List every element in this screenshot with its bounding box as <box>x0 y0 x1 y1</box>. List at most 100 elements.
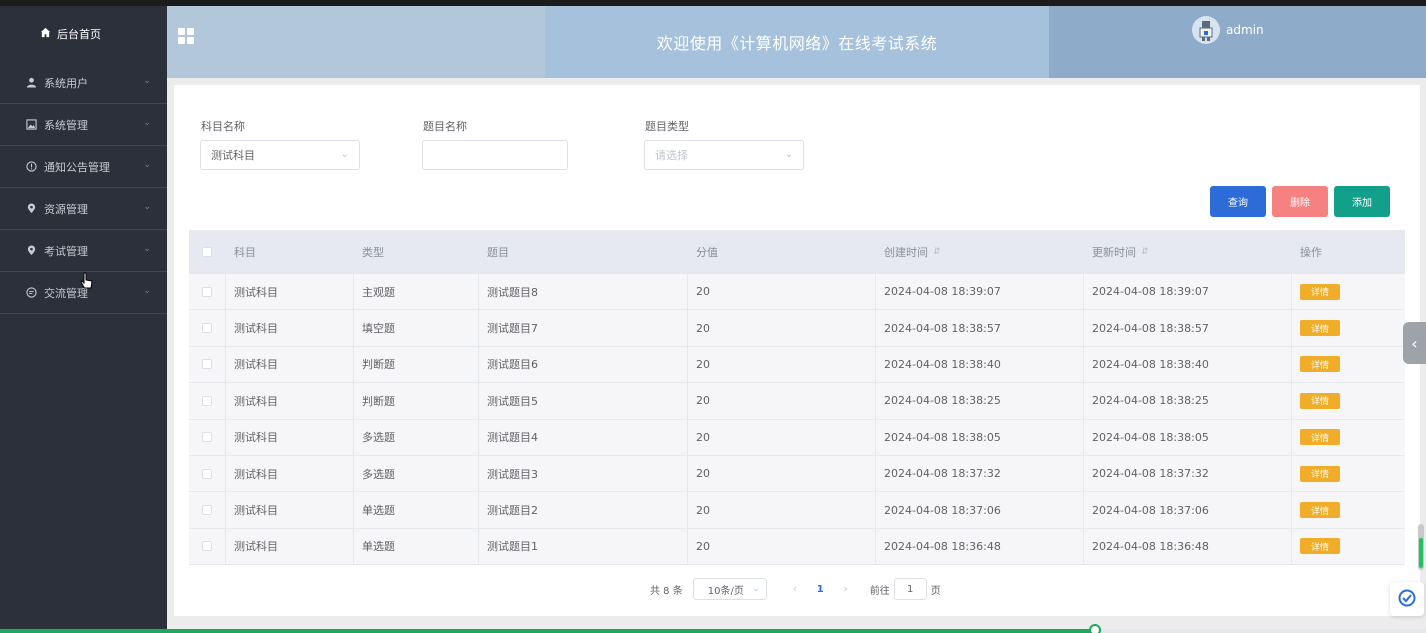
chevron-down-icon: ⌄ <box>752 584 760 594</box>
table-row: 测试科目 多选题 测试题目4 20 2024-04-08 18:38:05 2024-04… <box>189 419 1405 456</box>
detail-button[interactable]: 详情 <box>1300 429 1340 446</box>
cell-title: 测试题目7 <box>479 310 688 346</box>
add-button[interactable]: 添加 <box>1334 186 1390 217</box>
user-menu[interactable]: admin <box>1192 16 1264 44</box>
row-checkbox[interactable] <box>202 505 212 516</box>
sidebar-item-system-users[interactable]: 系统用户 ⌄ <box>0 62 167 104</box>
row-checkbox[interactable] <box>202 323 212 334</box>
question-table: 科目 类型 题目 分值 创建时间 ⇵ 更新时间 ⇵ 操作 测试科目 主观题 测试题目8 2… <box>189 230 1405 566</box>
table-header: 科目 类型 题目 分值 创建时间 ⇵ 更新时间 ⇵ 操作 <box>189 230 1405 274</box>
goto-page-input[interactable]: 1 <box>893 578 927 600</box>
cell-updated: 2024-04-08 18:37:06 <box>1084 492 1292 528</box>
detail-button[interactable]: 详情 <box>1300 502 1340 519</box>
page-progress-fill <box>0 629 1095 633</box>
query-button[interactable]: 查询 <box>1210 186 1266 217</box>
row-checkbox[interactable] <box>202 468 212 479</box>
help-widget[interactable] <box>1390 582 1424 616</box>
cell-subject: 测试科目 <box>226 492 354 528</box>
cell-title: 测试题目3 <box>479 455 688 492</box>
type-select[interactable]: 请选择 ⌄ <box>644 140 804 170</box>
grid-menu-icon[interactable] <box>178 28 194 44</box>
chevron-down-icon: ⌄ <box>143 118 151 128</box>
sidebar-item-label: 系统管理 <box>44 118 88 132</box>
location-icon <box>24 203 38 214</box>
cell-created: 2024-04-08 18:38:57 <box>876 310 1084 346</box>
row-checkbox[interactable] <box>202 541 212 552</box>
select-all-checkbox[interactable] <box>202 246 212 257</box>
row-checkbox[interactable] <box>202 432 212 443</box>
row-checkbox-cell <box>189 274 226 310</box>
title-input[interactable] <box>422 140 568 170</box>
cell-subject: 测试科目 <box>226 455 354 492</box>
cell-title: 测试题目2 <box>479 492 688 528</box>
sort-icon[interactable]: ⇵ <box>1141 247 1149 257</box>
delete-button[interactable]: 删除 <box>1272 186 1328 217</box>
sidebar-item-home[interactable]: 后台首页 <box>0 6 167 62</box>
cell-type: 填空题 <box>354 310 479 346</box>
sidebar-item-label: 考试管理 <box>44 244 88 258</box>
row-checkbox-cell <box>189 346 226 383</box>
page-number-current[interactable]: 1 <box>817 584 824 595</box>
chevron-down-icon: ⌄ <box>784 149 793 160</box>
cell-title: 测试题目6 <box>479 346 688 383</box>
sidebar-item-label: 通知公告管理 <box>44 160 110 174</box>
table-row: 测试科目 单选题 测试题目2 20 2024-04-08 18:37:06 2024-04… <box>189 492 1405 529</box>
row-checkbox[interactable] <box>202 286 212 297</box>
subject-select-value: 测试科目 <box>211 149 255 162</box>
cell-score: 20 <box>688 492 876 528</box>
cell-type: 主观题 <box>354 274 479 310</box>
column-header-created[interactable]: 创建时间 ⇵ <box>876 230 1084 273</box>
header-center-section: 欢迎使用《计算机网络》在线考试系统 <box>545 6 1049 78</box>
chevron-down-icon: ⌄ <box>143 202 151 212</box>
detail-button[interactable]: 详情 <box>1300 356 1340 373</box>
row-checkbox-cell <box>189 455 226 492</box>
sidebar-item-system-management[interactable]: 系统管理 ⌄ <box>0 104 167 146</box>
table-row: 测试科目 单选题 测试题目1 20 2024-04-08 18:36:48 2024-04… <box>189 528 1405 566</box>
table-row: 测试科目 判断题 测试题目5 20 2024-04-08 18:38:25 2024-04… <box>189 383 1405 420</box>
row-checkbox[interactable] <box>202 395 212 406</box>
cell-created: 2024-04-08 18:37:32 <box>876 455 1084 492</box>
cell-title: 测试题目5 <box>479 383 688 419</box>
column-header-updated[interactable]: 更新时间 ⇵ <box>1084 230 1292 273</box>
cell-type: 判断题 <box>354 346 479 383</box>
cell-score: 20 <box>688 455 876 492</box>
next-page-icon[interactable]: › <box>844 584 848 595</box>
sidebar-item-notice-management[interactable]: 通知公告管理 ⌄ <box>0 146 167 188</box>
cell-updated: 2024-04-08 18:38:25 <box>1084 383 1292 419</box>
cell-subject: 测试科目 <box>226 346 354 383</box>
row-checkbox-cell <box>189 310 226 346</box>
cell-subject: 测试科目 <box>226 528 354 565</box>
cell-created: 2024-04-08 18:37:06 <box>876 492 1084 528</box>
detail-button[interactable]: 详情 <box>1300 320 1340 337</box>
row-checkbox-cell <box>189 528 226 565</box>
page-progress-knob[interactable] <box>1089 624 1101 633</box>
pagination: 共 8 条 10条/页 ⌄ ‹ 1 › 前往 1 页 <box>650 578 941 600</box>
table-row: 测试科目 多选题 测试题目3 20 2024-04-08 18:37:32 2024-04… <box>189 455 1405 493</box>
subject-select[interactable]: 测试科目 ⌄ <box>200 140 360 170</box>
row-checkbox[interactable] <box>202 359 212 370</box>
cell-created: 2024-04-08 18:39:07 <box>876 274 1084 310</box>
detail-button[interactable]: 详情 <box>1300 283 1340 300</box>
prev-page-icon[interactable]: ‹ <box>793 584 797 595</box>
page-size-select[interactable]: 10条/页 ⌄ <box>692 578 767 600</box>
goto-suffix: 页 <box>930 585 941 597</box>
detail-button[interactable]: 详情 <box>1300 392 1340 409</box>
sidebar-item-exam-management[interactable]: 考试管理 ⌄ <box>0 230 167 272</box>
picture-icon <box>24 119 38 130</box>
chevron-down-icon: ⌄ <box>143 160 151 170</box>
cell-updated: 2024-04-08 18:37:32 <box>1084 455 1292 492</box>
detail-button[interactable]: 详情 <box>1300 465 1340 482</box>
detail-button[interactable]: 详情 <box>1300 538 1340 555</box>
cell-type: 判断题 <box>354 383 479 419</box>
table-row: 测试科目 判断题 测试题目6 20 2024-04-08 18:38:40 2024-04… <box>189 346 1405 384</box>
cell-created: 2024-04-08 18:38:05 <box>876 419 1084 455</box>
scrollbar-thumb[interactable] <box>1419 538 1423 568</box>
header-right-section: admin <box>1049 6 1426 78</box>
type-filter-label: 题目类型 <box>645 120 689 133</box>
home-icon <box>40 27 51 41</box>
sidebar-item-resource-management[interactable]: 资源管理 ⌄ <box>0 188 167 230</box>
cell-title: 测试题目1 <box>479 528 688 565</box>
sort-icon[interactable]: ⇵ <box>933 247 941 257</box>
column-header-type: 类型 <box>354 230 479 273</box>
collapse-side-tab[interactable]: ‹ <box>1403 322 1426 364</box>
